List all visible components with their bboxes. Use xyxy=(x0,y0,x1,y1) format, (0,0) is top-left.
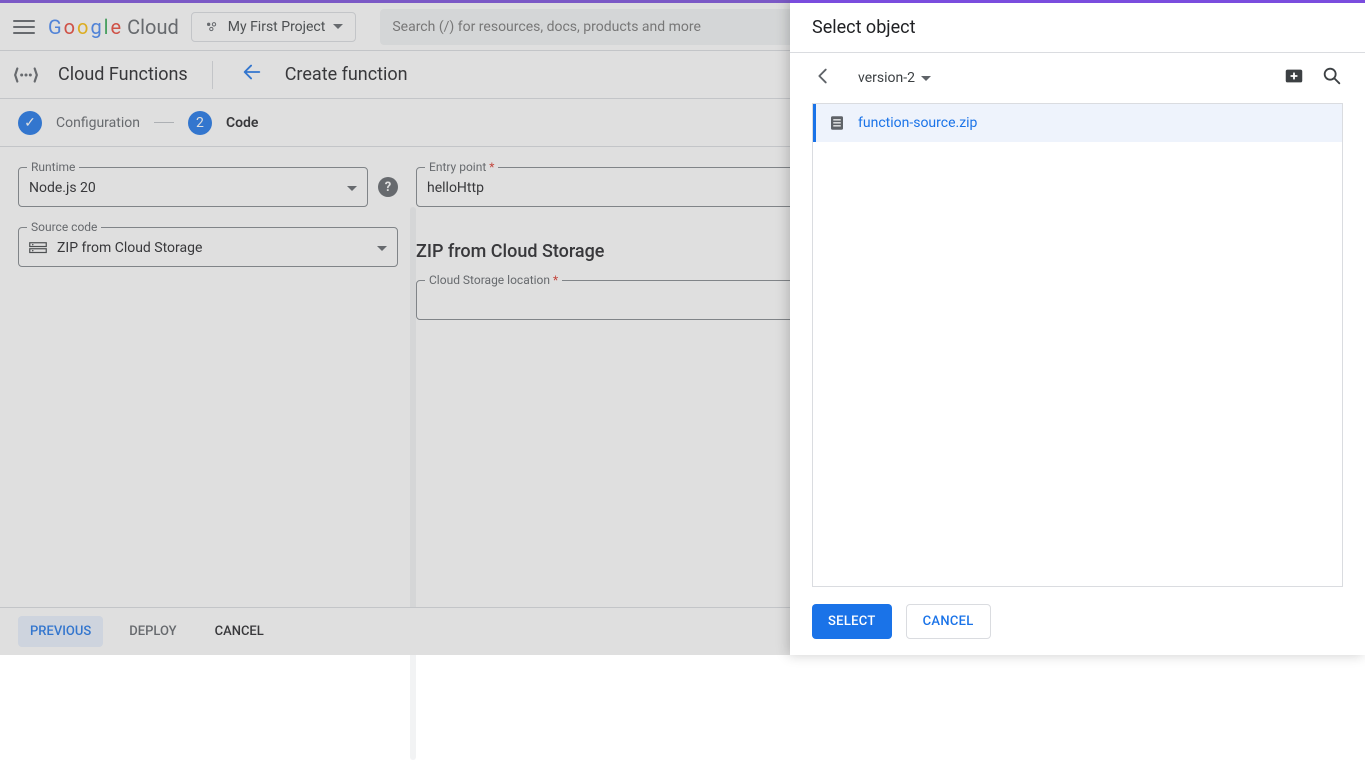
panel-footer: SELECT CANCEL xyxy=(790,587,1365,655)
source-label: Source code xyxy=(27,220,101,234)
help-icon[interactable]: ? xyxy=(378,177,398,197)
logo[interactable]: Google Cloud xyxy=(48,15,179,39)
step-1-bullet[interactable] xyxy=(18,111,42,135)
chevron-down-icon xyxy=(333,24,343,29)
step-connector xyxy=(154,122,174,123)
form-footer: PREVIOUS DEPLOY CANCEL xyxy=(0,607,790,655)
chevron-down-icon xyxy=(921,76,931,81)
cloud-functions-icon xyxy=(12,61,40,89)
panel-divider xyxy=(410,207,416,760)
page-title: Create function xyxy=(285,64,408,85)
select-object-panel: Select object version-2 function-source.… xyxy=(790,0,1365,655)
panel-cancel-button[interactable]: CANCEL xyxy=(906,604,991,639)
project-icon xyxy=(204,19,220,35)
source-value: ZIP from Cloud Storage xyxy=(57,240,202,256)
new-folder-icon[interactable] xyxy=(1283,65,1305,91)
object-list: function-source.zip xyxy=(812,103,1343,587)
breadcrumb-label: version-2 xyxy=(858,70,915,86)
panel-toolbar: version-2 xyxy=(790,53,1365,103)
menu-icon[interactable] xyxy=(12,15,36,39)
storage-icon xyxy=(29,241,47,255)
breadcrumb-folder[interactable]: version-2 xyxy=(858,70,931,86)
entry-label: Entry point * xyxy=(425,160,498,174)
back-arrow-icon[interactable] xyxy=(237,57,267,93)
object-item[interactable]: function-source.zip xyxy=(813,104,1342,142)
divider xyxy=(212,61,213,89)
chevron-down-icon xyxy=(347,186,357,191)
object-name[interactable]: function-source.zip xyxy=(858,115,977,131)
service-name: Cloud Functions xyxy=(58,64,188,85)
deploy-button[interactable]: DEPLOY xyxy=(117,616,188,647)
location-label: Cloud Storage location * xyxy=(425,273,562,287)
select-button[interactable]: SELECT xyxy=(812,604,892,639)
step-1-label[interactable]: Configuration xyxy=(56,115,140,131)
file-icon xyxy=(828,114,846,132)
search-icon[interactable] xyxy=(1321,65,1343,91)
step-2-label[interactable]: Code xyxy=(226,115,259,131)
project-name: My First Project xyxy=(228,19,326,35)
step-2-bullet[interactable]: 2 xyxy=(188,111,212,135)
source-code-select[interactable]: Source code ZIP from Cloud Storage xyxy=(18,227,398,267)
cancel-button[interactable]: CANCEL xyxy=(203,616,276,647)
logo-product: Cloud xyxy=(127,15,179,39)
panel-title: Select object xyxy=(790,3,1365,53)
chevron-down-icon xyxy=(377,246,387,251)
runtime-value: Node.js 20 xyxy=(29,180,96,196)
previous-button[interactable]: PREVIOUS xyxy=(18,616,103,647)
runtime-label: Runtime xyxy=(27,160,79,174)
entry-value: helloHttp xyxy=(427,180,484,196)
runtime-select[interactable]: Runtime Node.js 20 xyxy=(18,167,368,207)
back-chevron-icon[interactable] xyxy=(812,65,834,91)
project-selector[interactable]: My First Project xyxy=(191,12,357,42)
